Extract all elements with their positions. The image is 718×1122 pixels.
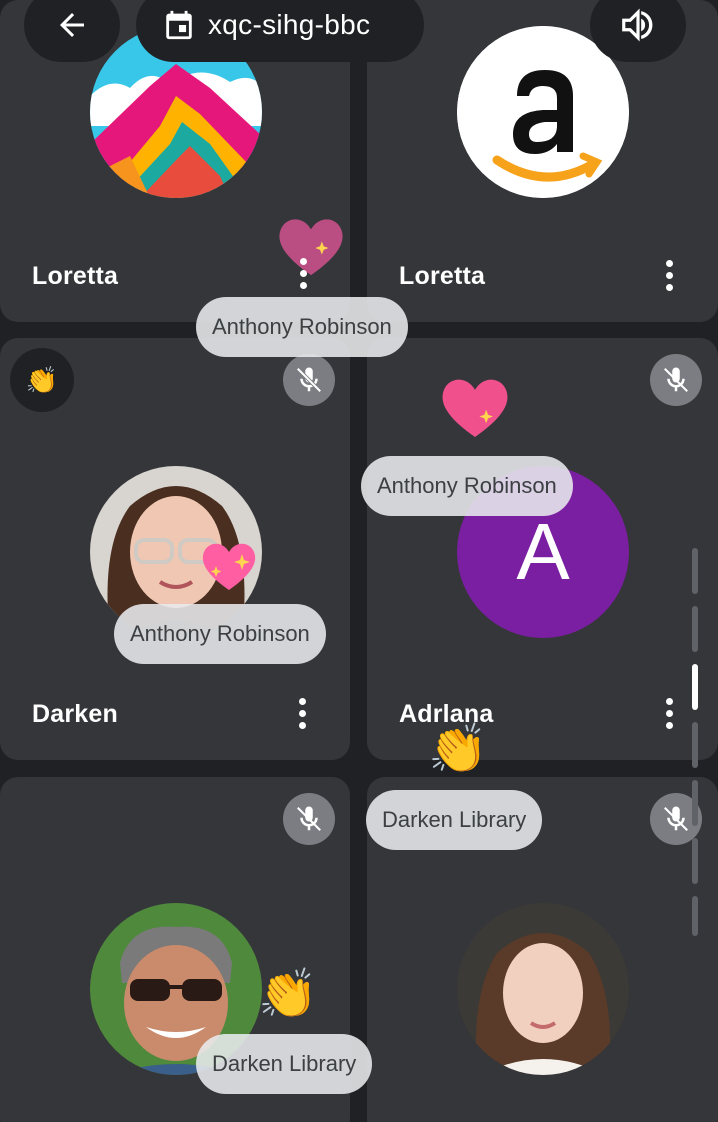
mic-off-icon bbox=[650, 354, 702, 406]
scroll-segment bbox=[692, 606, 698, 652]
clapping-hands-icon: 👏 bbox=[25, 364, 59, 395]
meeting-info-button[interactable]: xqc-sihg-bbc bbox=[136, 0, 424, 62]
scroll-segment bbox=[692, 780, 698, 826]
reaction-sender-label: Darken Library bbox=[196, 1034, 373, 1094]
heart-icon bbox=[435, 370, 515, 447]
more-options-icon[interactable] bbox=[665, 698, 673, 729]
sparkling-heart-icon bbox=[198, 536, 260, 599]
scroll-segment bbox=[692, 838, 698, 884]
speaker-icon bbox=[622, 8, 653, 42]
mic-off-icon bbox=[283, 793, 335, 845]
more-options-icon[interactable] bbox=[665, 260, 673, 291]
participant-name: Loretta bbox=[399, 262, 486, 290]
reaction-sender-label: Anthony Robinson bbox=[361, 456, 573, 516]
meeting-code: xqc-sihg-bbc bbox=[208, 9, 371, 40]
reaction-sender-label: Anthony Robinson bbox=[114, 604, 326, 664]
scroll-thumb[interactable] bbox=[692, 664, 698, 710]
arrow-back-icon bbox=[60, 13, 84, 37]
clapping-hands-icon: 👏 bbox=[258, 968, 318, 1021]
more-options-icon[interactable] bbox=[299, 258, 307, 289]
reaction-sender-label: Anthony Robinson bbox=[196, 297, 408, 357]
more-options-icon[interactable] bbox=[298, 698, 306, 729]
participant-tile-darken[interactable]: 👏 Darken bbox=[0, 338, 350, 760]
scroll-segment bbox=[692, 548, 698, 594]
avatar bbox=[457, 903, 629, 1075]
participant-tile-adrlana[interactable]: A Adrlana bbox=[367, 338, 718, 760]
participant-name: Loretta bbox=[32, 262, 119, 290]
audio-output-button[interactable] bbox=[590, 0, 686, 62]
scroll-segment bbox=[692, 896, 698, 936]
scroll-segment bbox=[692, 722, 698, 768]
clapping-hands-icon: 👏 bbox=[428, 723, 488, 776]
participant-name: Darken bbox=[32, 700, 118, 728]
back-button[interactable] bbox=[24, 0, 120, 62]
hand-raise-icon: 👏 bbox=[10, 348, 74, 412]
heart-icon bbox=[272, 210, 350, 285]
reaction-sender-label: Darken Library bbox=[366, 790, 543, 850]
calendar-icon bbox=[166, 10, 192, 40]
mic-off-icon bbox=[283, 354, 335, 406]
